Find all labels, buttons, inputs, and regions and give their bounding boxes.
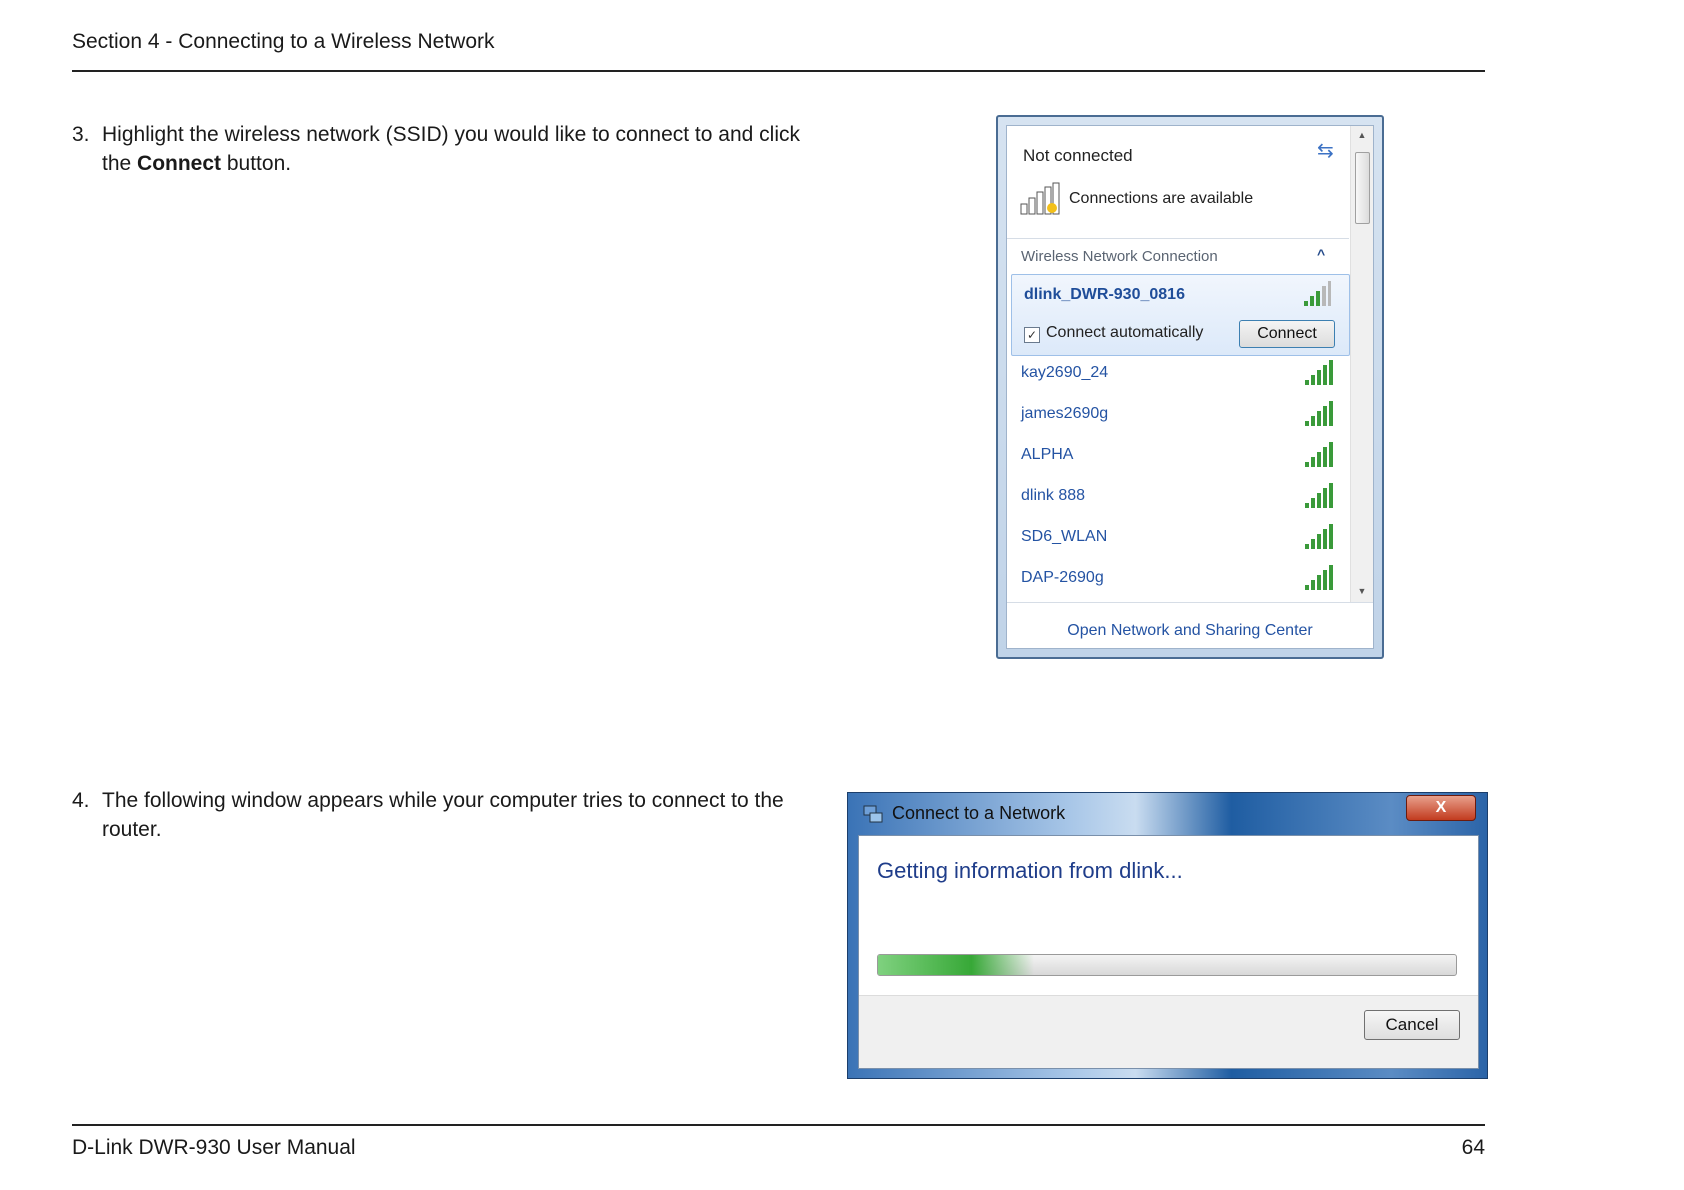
network-name: dlink_DWR-930_0816: [1024, 286, 1185, 303]
cancel-button[interactable]: Cancel: [1364, 1010, 1460, 1040]
close-button[interactable]: X: [1406, 795, 1476, 821]
divider: [1007, 238, 1349, 239]
availability-text: Connections are available: [1069, 190, 1254, 207]
step-bold-word: Connect: [137, 152, 222, 175]
network-item[interactable]: SD6_WLAN: [1021, 528, 1107, 546]
section-label: Wireless Network Connection: [1021, 248, 1218, 265]
network-item[interactable]: kay2690_24: [1021, 364, 1108, 382]
selected-network-item[interactable]: dlink_DWR-930_0816 ✓ Connect automatical…: [1011, 274, 1350, 356]
signal-bars-icon: [1305, 360, 1333, 385]
popup-content: Not connected ⇆ Connections are availabl…: [1006, 125, 1374, 649]
dialog-body: Getting information from dlink... Cancel: [858, 835, 1479, 1069]
network-item[interactable]: DAP-2690g: [1021, 569, 1104, 587]
step-number: 4.: [72, 789, 90, 812]
step-text: The following window appears while your …: [102, 789, 784, 841]
signal-bars-icon: [1305, 442, 1333, 467]
connect-automatically-label: Connect automatically: [1046, 324, 1204, 341]
manual-title: D-Link DWR-930 User Manual: [72, 1136, 356, 1159]
chevron-up-icon[interactable]: ^: [1317, 246, 1325, 262]
step-4: 4. The following window appears while yo…: [72, 786, 812, 844]
dialog-title: Connect to a Network: [892, 803, 1066, 823]
connect-to-network-dialog: Connect to a Network X Getting informati…: [847, 792, 1488, 1079]
dialog-button-area: Cancel: [859, 995, 1478, 1068]
connection-status: Not connected: [1023, 146, 1133, 165]
section-header: Section 4 - Connecting to a Wireless Net…: [72, 30, 495, 53]
footer-rule: [72, 1124, 1485, 1126]
header-rule: [72, 70, 1485, 72]
network-item[interactable]: ALPHA: [1021, 446, 1073, 464]
refresh-icon[interactable]: ⇆: [1317, 138, 1334, 163]
connect-automatically-checkbox[interactable]: ✓: [1024, 327, 1040, 343]
open-network-sharing-center-link[interactable]: Open Network and Sharing Center: [1007, 622, 1373, 640]
network-item[interactable]: james2690g: [1021, 405, 1108, 423]
progress-fill: [878, 955, 1035, 975]
step-number: 3.: [72, 123, 90, 146]
signal-bars-icon: [1305, 401, 1333, 426]
scroll-up-icon[interactable]: ▲: [1351, 130, 1373, 140]
divider: [1007, 602, 1373, 603]
scrollbar[interactable]: ▲ ▼: [1350, 126, 1373, 602]
scroll-down-icon[interactable]: ▼: [1351, 586, 1373, 596]
step-3: 3. Highlight the wireless network (SSID)…: [72, 120, 812, 178]
scroll-thumb[interactable]: [1355, 152, 1370, 224]
network-icon: [863, 805, 883, 823]
signal-bars-icon: [1304, 281, 1331, 306]
step-text: Highlight the wireless network (SSID) yo…: [102, 123, 800, 175]
progress-bar: [877, 954, 1457, 976]
page-number: 64: [1461, 1136, 1485, 1159]
signal-bars-icon: [1305, 524, 1333, 549]
wireless-network-popup: Not connected ⇆ Connections are availabl…: [996, 115, 1384, 659]
signal-bars-icon: [1305, 483, 1333, 508]
status-message: Getting information from dlink...: [877, 858, 1183, 883]
signal-bars-icon: [1305, 565, 1333, 590]
network-available-icon: [1020, 182, 1060, 215]
network-item[interactable]: dlink 888: [1021, 487, 1085, 505]
connect-button[interactable]: Connect: [1239, 320, 1335, 348]
